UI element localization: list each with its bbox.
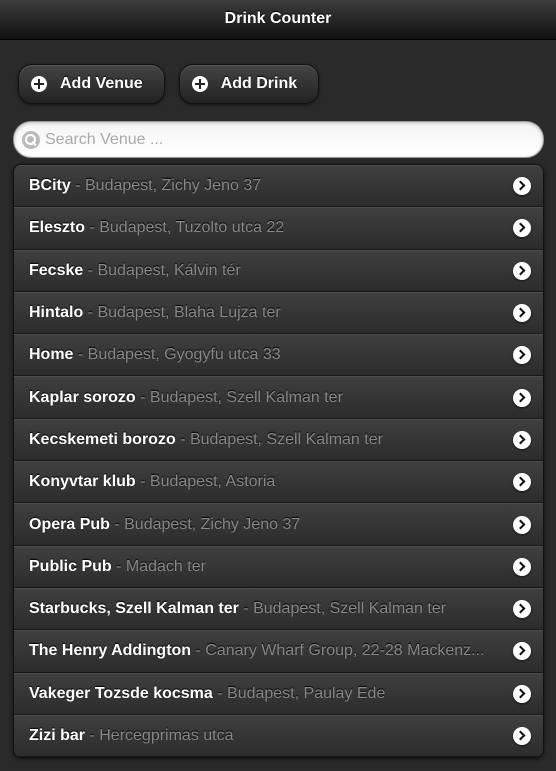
venue-name: Opera Pub <box>29 515 110 533</box>
venue-name: Konyvtar klub <box>29 473 136 491</box>
list-item[interactable]: Kecskemeti borozo - Budapest, Szell Kalm… <box>14 418 543 462</box>
venue-address: Budapest, Zichy Jeno 37 <box>124 515 301 533</box>
chevron-right-icon <box>513 261 531 280</box>
page-title: Drink Counter <box>224 10 332 27</box>
chevron-right-icon <box>513 557 531 576</box>
venue-separator: - <box>73 346 88 364</box>
app-header: Drink Counter <box>0 0 556 40</box>
venue-name: Starbucks, Szell Kalman ter <box>29 600 239 618</box>
venue-name: Zizi bar <box>29 727 86 744</box>
chevron-right-icon <box>513 346 531 365</box>
venue-separator: - <box>135 388 150 406</box>
venue-address: Budapest, Paulay Ede <box>227 684 386 702</box>
venue-separator: - <box>135 473 150 491</box>
add-venue-button[interactable]: Add Venue <box>18 64 165 104</box>
venue-address: Canary Wharf Group, 22-28 Mackenz... <box>205 642 485 660</box>
venue-separator: - <box>191 642 206 660</box>
venue-name: Public Pub <box>29 557 112 575</box>
list-item[interactable]: Konyvtar klub - Budapest, Astoria <box>14 461 543 504</box>
venue-separator: - <box>212 684 228 702</box>
venue-address: Budapest, Szell Kalman ter <box>149 388 343 406</box>
venue-name: Eleszto <box>29 219 86 237</box>
venue-name: Kecskemeti borozo <box>29 430 176 448</box>
list-item[interactable]: The Henry Addington - Canary Wharf Group… <box>14 630 543 673</box>
chevron-right-icon <box>513 177 531 196</box>
venue-address: Budapest, Kálvin tér <box>97 261 241 279</box>
add-venue-label: Add Venue <box>60 75 143 92</box>
venue-separator: - <box>238 600 254 618</box>
venue-name: Kaplar sorozo <box>29 388 136 406</box>
plus-icon <box>191 76 208 92</box>
venue-text: Home - Budapest, Gyogyfu utca 33 <box>29 346 503 364</box>
venue-text: Eleszto - Budapest, Tuzolto utca 22 <box>29 219 503 237</box>
venue-address: Hercegprimas utca <box>99 727 234 744</box>
venue-list: BCity - Budapest, Zichy Jeno 37 Eleszto -… <box>13 164 544 759</box>
venue-separator: - <box>83 261 98 279</box>
venue-address: Budapest, Tuzolto utca 22 <box>99 219 285 237</box>
venue-address: Budapest, Zichy Jeno 37 <box>85 177 262 195</box>
venue-text: Kaplar sorozo - Budapest, Szell Kalman t… <box>29 389 503 407</box>
venue-address: Madach ter <box>125 557 206 575</box>
venue-address: Budapest, Astoria <box>149 473 276 491</box>
chevron-right-icon <box>513 304 531 323</box>
list-item[interactable]: Home - Budapest, Gyogyfu utca 33 <box>14 334 543 377</box>
venue-name: BCity <box>29 177 71 195</box>
venue-separator: - <box>109 515 125 533</box>
venue-text: Konyvtar klub - Budapest, Astoria <box>29 473 503 491</box>
venue-name: Fecske <box>29 261 84 279</box>
list-item[interactable]: BCity - Budapest, Zichy Jeno 37 <box>14 165 543 208</box>
list-item[interactable]: Starbucks, Szell Kalman ter - Budapest, … <box>14 587 543 631</box>
chevron-right-icon <box>513 473 531 492</box>
venue-address: Budapest, Blaha Lujza ter <box>97 304 281 322</box>
venue-separator: - <box>175 430 190 448</box>
chevron-right-icon <box>513 515 531 534</box>
venue-text: Kecskemeti borozo - Budapest, Szell Kalm… <box>29 431 503 449</box>
venue-text: Hintalo - Budapest, Blaha Lujza ter <box>29 304 503 322</box>
venue-text: Vakeger Tozsde kocsma - Budapest, Paulay… <box>29 685 503 703</box>
chevron-right-icon <box>513 727 531 745</box>
venue-text: Opera Pub - Budapest, Zichy Jeno 37 <box>29 516 503 534</box>
list-item[interactable]: Eleszto - Budapest, Tuzolto utca 22 <box>14 207 543 250</box>
venue-text: The Henry Addington - Canary Wharf Group… <box>29 642 503 660</box>
chevron-right-icon <box>513 219 531 238</box>
add-drink-button[interactable]: Add Drink <box>178 64 320 104</box>
search-icon <box>22 130 40 149</box>
chevron-right-icon <box>513 642 531 661</box>
venue-separator: - <box>85 727 100 744</box>
list-item[interactable]: Opera Pub - Budapest, Zichy Jeno 37 <box>14 503 543 546</box>
list-item[interactable]: Public Pub - Madach ter <box>14 545 543 588</box>
venue-name: Home <box>29 346 74 364</box>
list-item[interactable]: Vakeger Tozsde kocsma - Budapest, Paulay… <box>14 672 543 715</box>
plus-icon <box>31 76 47 92</box>
venue-text: BCity - Budapest, Zichy Jeno 37 <box>29 177 503 195</box>
venue-address: Budapest, Szell Kalman ter <box>253 600 447 618</box>
chevron-right-icon <box>513 684 531 703</box>
venue-address: Budapest, Gyogyfu utca 33 <box>87 346 281 364</box>
list-item[interactable]: Hintalo - Budapest, Blaha Lujza ter <box>14 291 543 335</box>
list-item[interactable]: Fecske - Budapest, Kálvin tér <box>14 249 543 292</box>
search-bar <box>13 121 544 158</box>
venue-text: Zizi bar - Hercegprimas utca <box>29 727 503 745</box>
search-input[interactable] <box>45 122 543 157</box>
venue-separator: - <box>83 304 98 322</box>
list-item[interactable]: Kaplar sorozo - Budapest, Szell Kalman t… <box>14 376 543 419</box>
venue-separator: - <box>85 219 100 237</box>
venue-separator: - <box>111 557 126 575</box>
venue-text: Starbucks, Szell Kalman ter - Budapest, … <box>29 600 503 618</box>
venue-address: Budapest, Szell Kalman ter <box>189 430 383 448</box>
chevron-right-icon <box>513 600 531 619</box>
list-item[interactable]: Zizi bar - Hercegprimas utca <box>14 714 543 758</box>
add-drink-label: Add Drink <box>220 75 298 92</box>
venue-text: Public Pub - Madach ter <box>29 558 503 576</box>
venue-name: Hintalo <box>29 304 84 322</box>
chevron-right-icon <box>513 388 531 407</box>
venue-name: Vakeger Tozsde kocsma <box>29 684 213 702</box>
venue-text: Fecske - Budapest, Kálvin tér <box>29 262 503 280</box>
venue-separator: - <box>70 177 85 195</box>
venue-name: The Henry Addington <box>29 642 192 660</box>
chevron-right-icon <box>513 430 531 449</box>
